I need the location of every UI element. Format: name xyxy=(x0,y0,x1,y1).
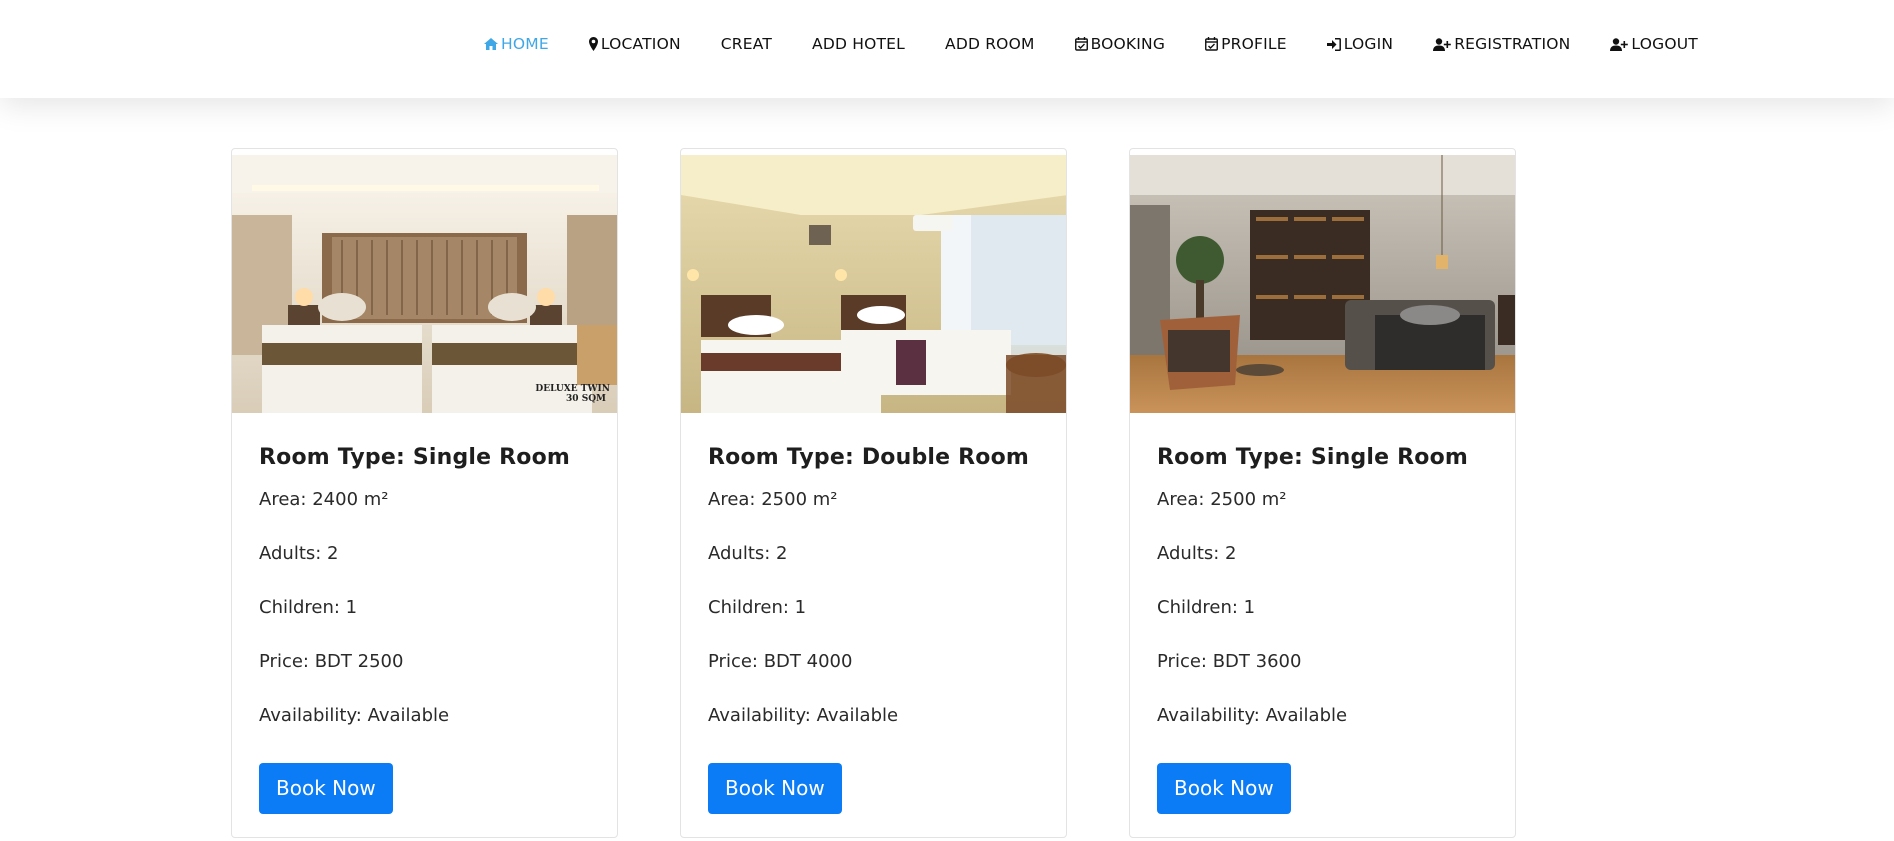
calendar-check-icon xyxy=(1074,37,1088,51)
nav-item-logout[interactable]: LOGOUT xyxy=(1610,32,1698,56)
nav-item-label: LOCATION xyxy=(600,35,681,53)
room-adults: Adults: 2 xyxy=(708,543,788,564)
user-plus-icon xyxy=(1610,37,1629,51)
room-children: Children: 1 xyxy=(259,597,358,618)
nav-item-location[interactable]: LOCATION xyxy=(588,32,681,56)
nav-item-profile[interactable]: PROFILE xyxy=(1205,32,1287,56)
room-children: Children: 1 xyxy=(708,597,807,618)
home-icon xyxy=(484,38,498,50)
nav-item-label: ADD ROOM xyxy=(945,35,1035,53)
nav-menu: HOME LOCATION CREAT ADD HOTEL ADD ROOM B… xyxy=(484,32,1698,56)
nav-item-label: REGISTRATION xyxy=(1454,35,1571,53)
nav-item-creat[interactable]: CREAT xyxy=(721,32,772,56)
room-children: Children: 1 xyxy=(1157,597,1256,618)
nav-item-label: PROFILE xyxy=(1221,35,1287,53)
room-card-list: DELUXE TWIN 30 SQM Room Type: Single Roo… xyxy=(231,148,1516,838)
room-photo xyxy=(1130,155,1515,413)
room-card: Room Type: Double Room Area: 2500 m² Adu… xyxy=(680,148,1067,838)
nav-item-label: BOOKING xyxy=(1090,35,1166,53)
nav-item-booking[interactable]: BOOKING xyxy=(1074,32,1166,56)
room-area: Area: 2400 m² xyxy=(259,489,389,510)
nav-item-label: HOME xyxy=(501,35,549,53)
book-now-button[interactable]: Book Now xyxy=(259,763,393,814)
room-type: Room Type: Single Room xyxy=(1157,445,1469,470)
book-now-button[interactable]: Book Now xyxy=(708,763,842,814)
room-area: Area: 2500 m² xyxy=(708,489,838,510)
room-adults: Adults: 2 xyxy=(259,543,339,564)
room-availability: Availability: Available xyxy=(1157,705,1348,726)
nav-item-label: CREAT xyxy=(720,35,773,53)
room-type: Room Type: Single Room xyxy=(259,445,571,470)
image-caption: 30 SQM xyxy=(566,394,606,404)
map-marker-icon xyxy=(588,37,598,51)
image-caption: DELUXE TWIN xyxy=(535,384,610,394)
room-price: Price: BDT 2500 xyxy=(259,651,404,672)
room-card-body: Room Type: Single Room Area: 2400 m² Adu… xyxy=(259,445,597,758)
room-photo xyxy=(681,155,1066,413)
nav-item-login[interactable]: LOGIN xyxy=(1326,32,1394,56)
calendar-check-icon xyxy=(1205,37,1219,51)
nav-item-add-room[interactable]: ADD ROOM xyxy=(945,32,1035,56)
room-card: DELUXE TWIN 30 SQM Room Type: Single Roo… xyxy=(231,148,618,838)
nav-item-registration[interactable]: REGISTRATION xyxy=(1433,32,1570,56)
room-availability: Availability: Available xyxy=(708,705,899,726)
room-card: Room Type: Single Room Area: 2500 m² Adu… xyxy=(1129,148,1516,838)
nav-item-label: ADD HOTEL xyxy=(812,35,906,53)
room-adults: Adults: 2 xyxy=(1157,543,1237,564)
room-card-body: Room Type: Double Room Area: 2500 m² Adu… xyxy=(708,445,1046,758)
nav-item-add-hotel[interactable]: ADD HOTEL xyxy=(812,32,905,56)
room-type: Room Type: Double Room xyxy=(708,445,1030,470)
room-card-body: Room Type: Single Room Area: 2500 m² Adu… xyxy=(1157,445,1495,758)
room-availability: Availability: Available xyxy=(259,705,450,726)
room-price: Price: BDT 3600 xyxy=(1157,651,1302,672)
sign-in-icon xyxy=(1326,37,1341,51)
room-photo: DELUXE TWIN 30 SQM xyxy=(232,155,617,413)
room-price: Price: BDT 4000 xyxy=(708,651,853,672)
user-plus-icon xyxy=(1433,37,1451,51)
nav-item-home[interactable]: HOME xyxy=(484,32,549,56)
nav-item-label: LOGIN xyxy=(1343,35,1394,53)
room-area: Area: 2500 m² xyxy=(1157,489,1287,510)
top-navbar: HOME LOCATION CREAT ADD HOTEL ADD ROOM B… xyxy=(0,0,1894,98)
nav-item-label: LOGOUT xyxy=(1631,35,1698,53)
book-now-button[interactable]: Book Now xyxy=(1157,763,1291,814)
